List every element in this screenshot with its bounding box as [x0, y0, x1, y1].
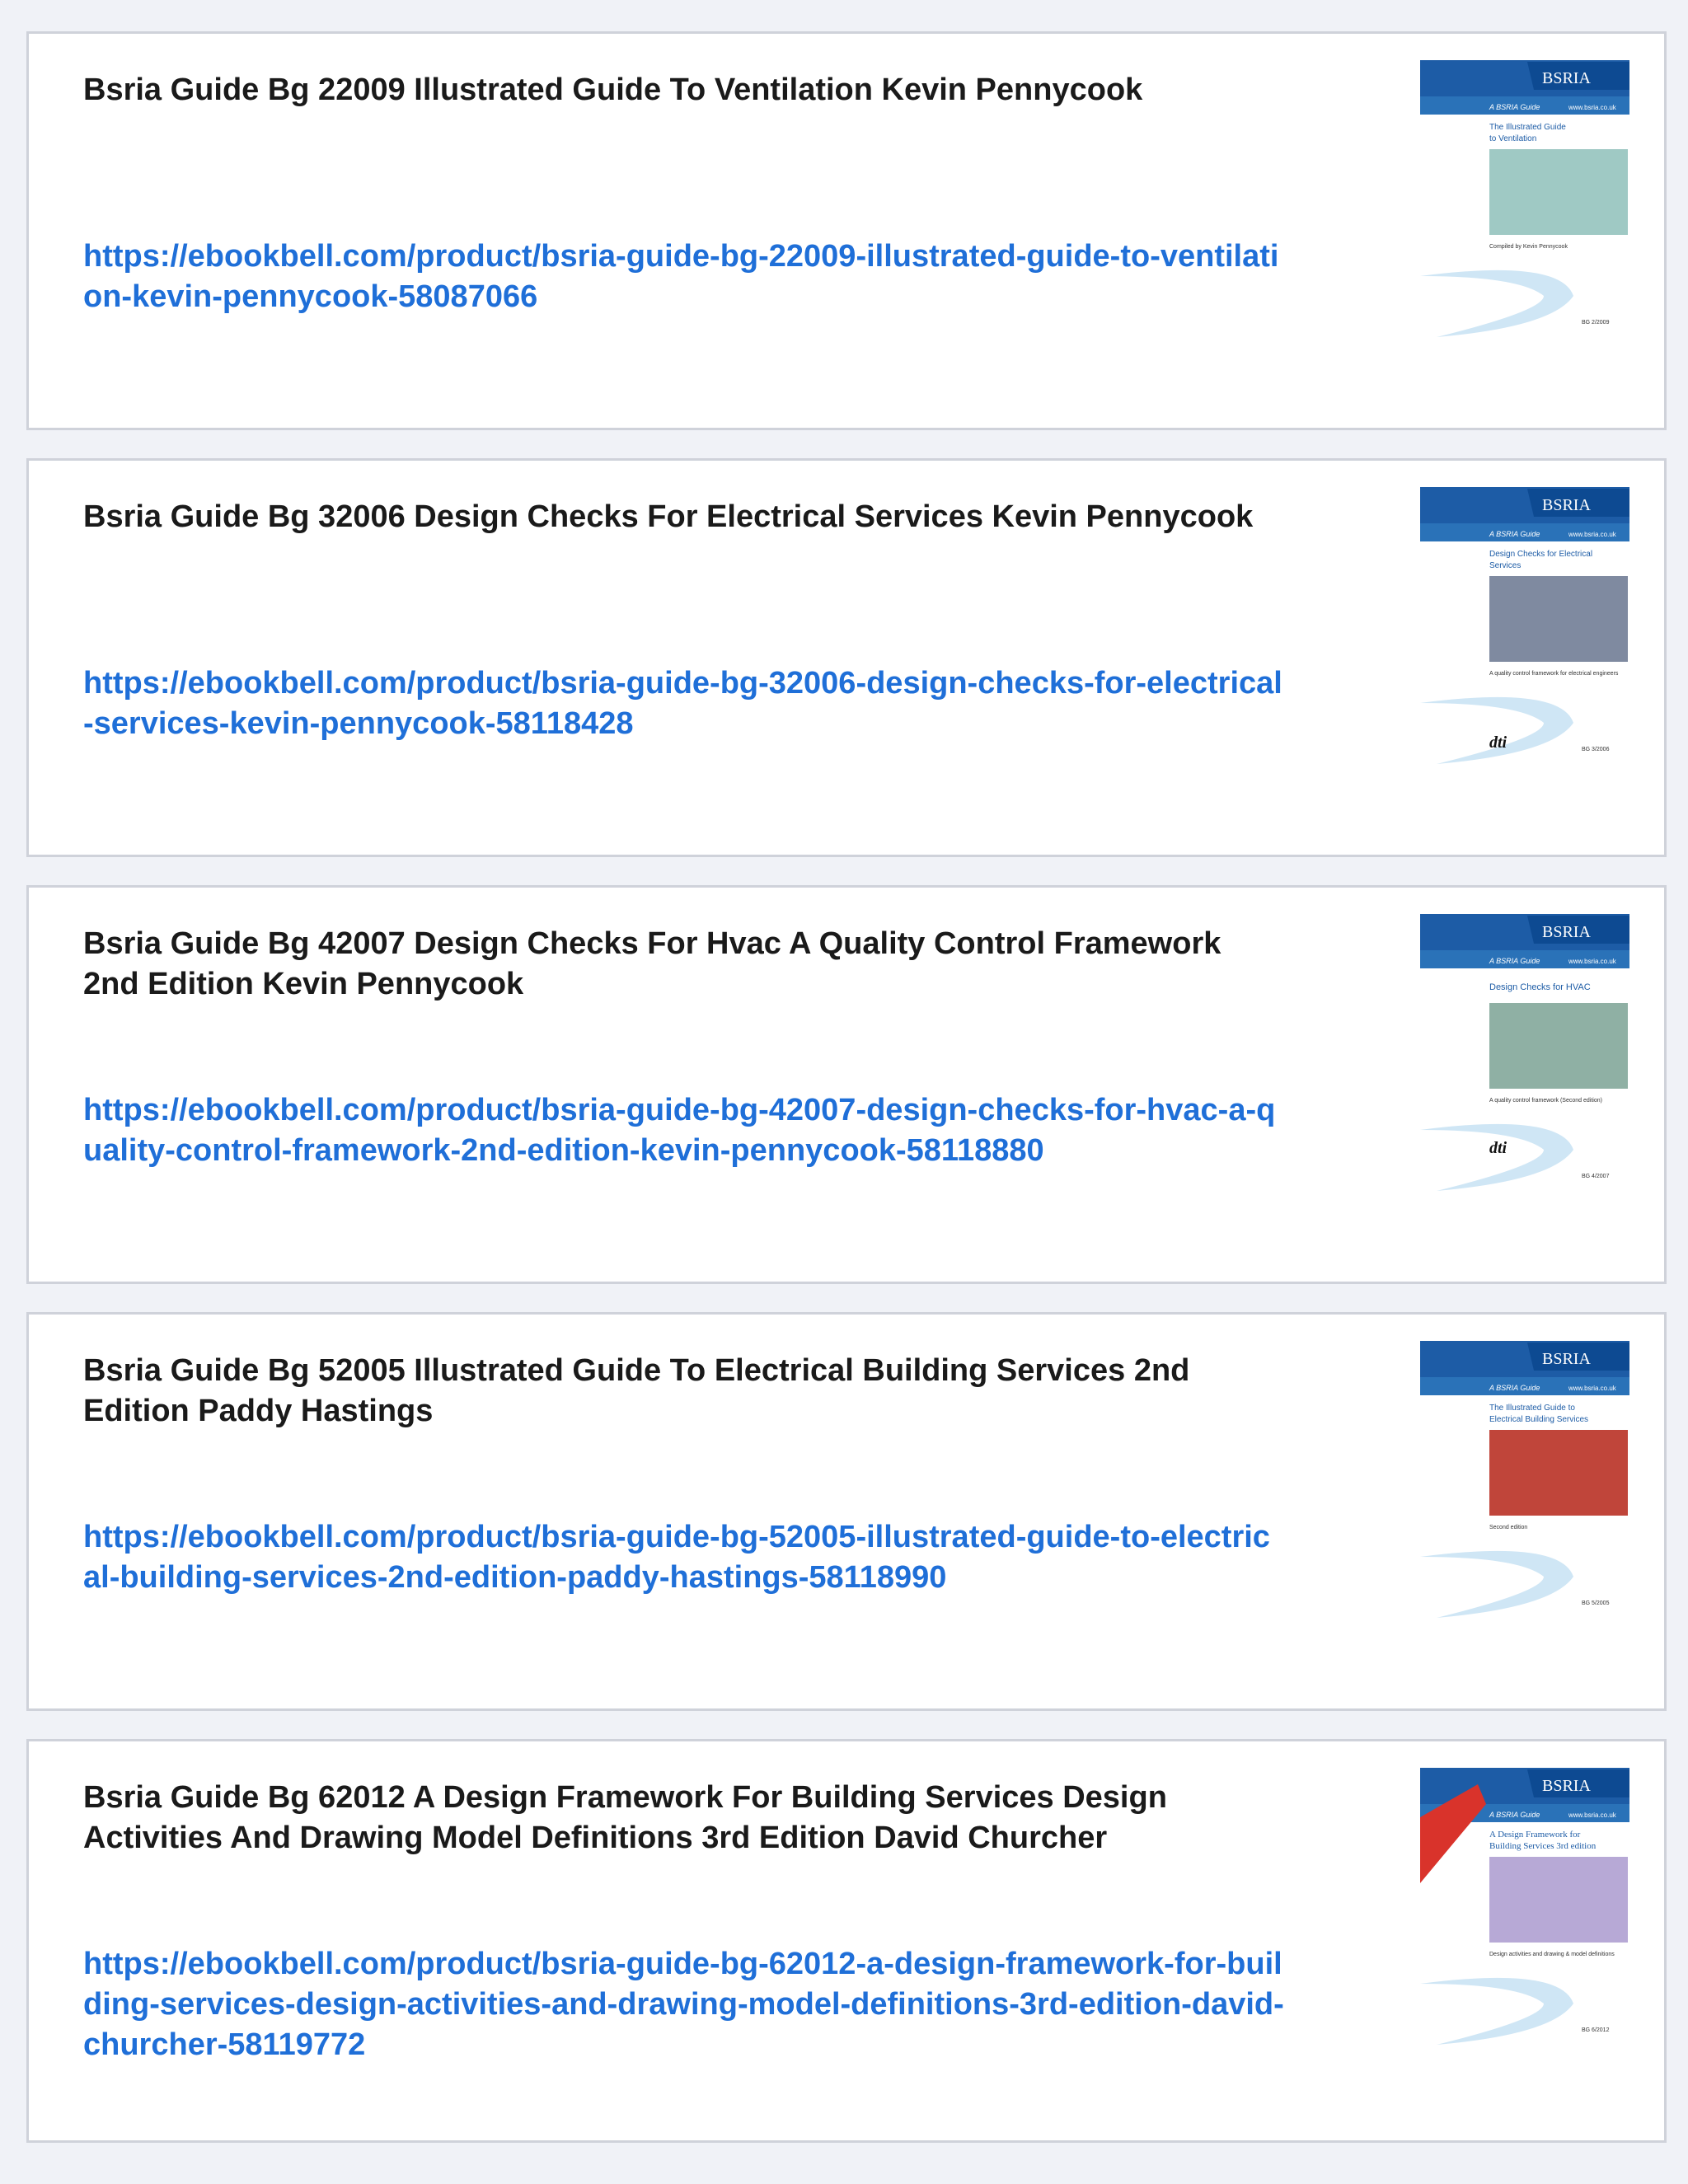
cover-code: BG 4/2007: [1582, 1174, 1610, 1179]
cover-code: BG 5/2005: [1582, 1601, 1610, 1606]
cover-series: A BSRIA Guide: [1489, 530, 1540, 538]
cover-sub: Design activities and drawing & model de…: [1489, 1952, 1615, 1957]
cover-heading-2: to Ventilation: [1489, 134, 1536, 143]
result-link[interactable]: https://ebookbell.com/product/bsria-guid…: [83, 663, 1287, 744]
result-link[interactable]: https://ebookbell.com/product/bsria-guid…: [83, 1090, 1287, 1171]
cover-image: [1489, 149, 1628, 235]
cover-heading: The Illustrated Guide to: [1489, 1404, 1575, 1413]
cover-image: [1489, 576, 1628, 662]
result-title: Bsria Guide Bg 52005 Illustrated Guide T…: [83, 1353, 1190, 1428]
cover-series: A BSRIA Guide: [1489, 1811, 1540, 1819]
result-title: Bsria Guide Bg 32006 Design Checks For E…: [83, 499, 1254, 534]
result-title: Bsria Guide Bg 22009 Illustrated Guide T…: [83, 73, 1143, 107]
cover-brand: BSRIA: [1542, 1350, 1591, 1368]
cover-site: www.bsria.co.uk: [1568, 104, 1617, 111]
cover-heading: Design Checks for HVAC: [1489, 982, 1591, 992]
cover-logo: dti: [1489, 733, 1507, 752]
cover-image: [1489, 1003, 1628, 1089]
cover-code: BG 3/2006: [1582, 747, 1610, 752]
result-card: Bsria Guide Bg 62012 A Design Framework …: [26, 1739, 1667, 2143]
cover-heading: The Illustrated Guide: [1489, 123, 1566, 132]
cover-site: www.bsria.co.uk: [1568, 1811, 1617, 1819]
cover-site: www.bsria.co.uk: [1568, 531, 1617, 538]
cover-code: BG 2/2009: [1582, 320, 1610, 326]
book-cover[interactable]: BSRIA A BSRIA Guide www.bsria.co.uk The …: [1420, 1341, 1629, 1621]
cover-heading-2: Services: [1489, 561, 1521, 570]
result-card: Bsria Guide Bg 32006 Design Checks For E…: [26, 458, 1667, 857]
cover-heading-2: Building Services 3rd edition: [1489, 1841, 1597, 1851]
cover-heading: Design Checks for Electrical: [1489, 550, 1592, 559]
result-card: Bsria Guide Bg 22009 Illustrated Guide T…: [26, 31, 1667, 430]
book-cover[interactable]: BSRIA A BSRIA Guide www.bsria.co.uk Desi…: [1420, 914, 1629, 1194]
cover-sub: Compiled by Kevin Pennycook: [1489, 244, 1568, 250]
book-cover[interactable]: BSRIA A BSRIA Guide www.bsria.co.uk The …: [1420, 60, 1629, 340]
result-title: Bsria Guide Bg 42007 Design Checks For H…: [83, 926, 1221, 1001]
cover-code: BG 6/2012: [1582, 2027, 1610, 2033]
cover-series: A BSRIA Guide: [1489, 957, 1540, 965]
cover-brand: BSRIA: [1542, 496, 1591, 514]
cover-series: A BSRIA Guide: [1489, 103, 1540, 111]
book-cover[interactable]: BSRIA A BSRIA Guide www.bsria.co.uk A De…: [1420, 1768, 1629, 2048]
cover-sub: A quality control framework (Second edit…: [1489, 1098, 1602, 1104]
book-cover[interactable]: BSRIA A BSRIA Guide www.bsria.co.uk Desi…: [1420, 487, 1629, 767]
cover-brand: BSRIA: [1542, 923, 1591, 941]
cover-series: A BSRIA Guide: [1489, 1384, 1540, 1392]
cover-sub: A quality control framework for electric…: [1489, 671, 1619, 677]
cover-heading: A Design Framework for: [1489, 1830, 1581, 1840]
cover-logo: dti: [1489, 1139, 1507, 1157]
result-link[interactable]: https://ebookbell.com/product/bsria-guid…: [83, 237, 1287, 317]
cover-brand: BSRIA: [1542, 1777, 1591, 1795]
cover-heading-2: Electrical Building Services: [1489, 1415, 1588, 1424]
result-link[interactable]: https://ebookbell.com/product/bsria-guid…: [83, 1517, 1287, 1598]
result-link[interactable]: https://ebookbell.com/product/bsria-guid…: [83, 1944, 1287, 2065]
result-card: Bsria Guide Bg 52005 Illustrated Guide T…: [26, 1312, 1667, 1711]
cover-site: www.bsria.co.uk: [1568, 958, 1617, 965]
result-title: Bsria Guide Bg 62012 A Design Framework …: [83, 1780, 1167, 1855]
cover-site: www.bsria.co.uk: [1568, 1385, 1617, 1392]
cover-image: [1489, 1430, 1628, 1516]
cover-brand: BSRIA: [1542, 69, 1591, 87]
cover-image: [1489, 1857, 1628, 1943]
cover-sub: Second edition: [1489, 1525, 1527, 1530]
result-card: Bsria Guide Bg 42007 Design Checks For H…: [26, 885, 1667, 1284]
